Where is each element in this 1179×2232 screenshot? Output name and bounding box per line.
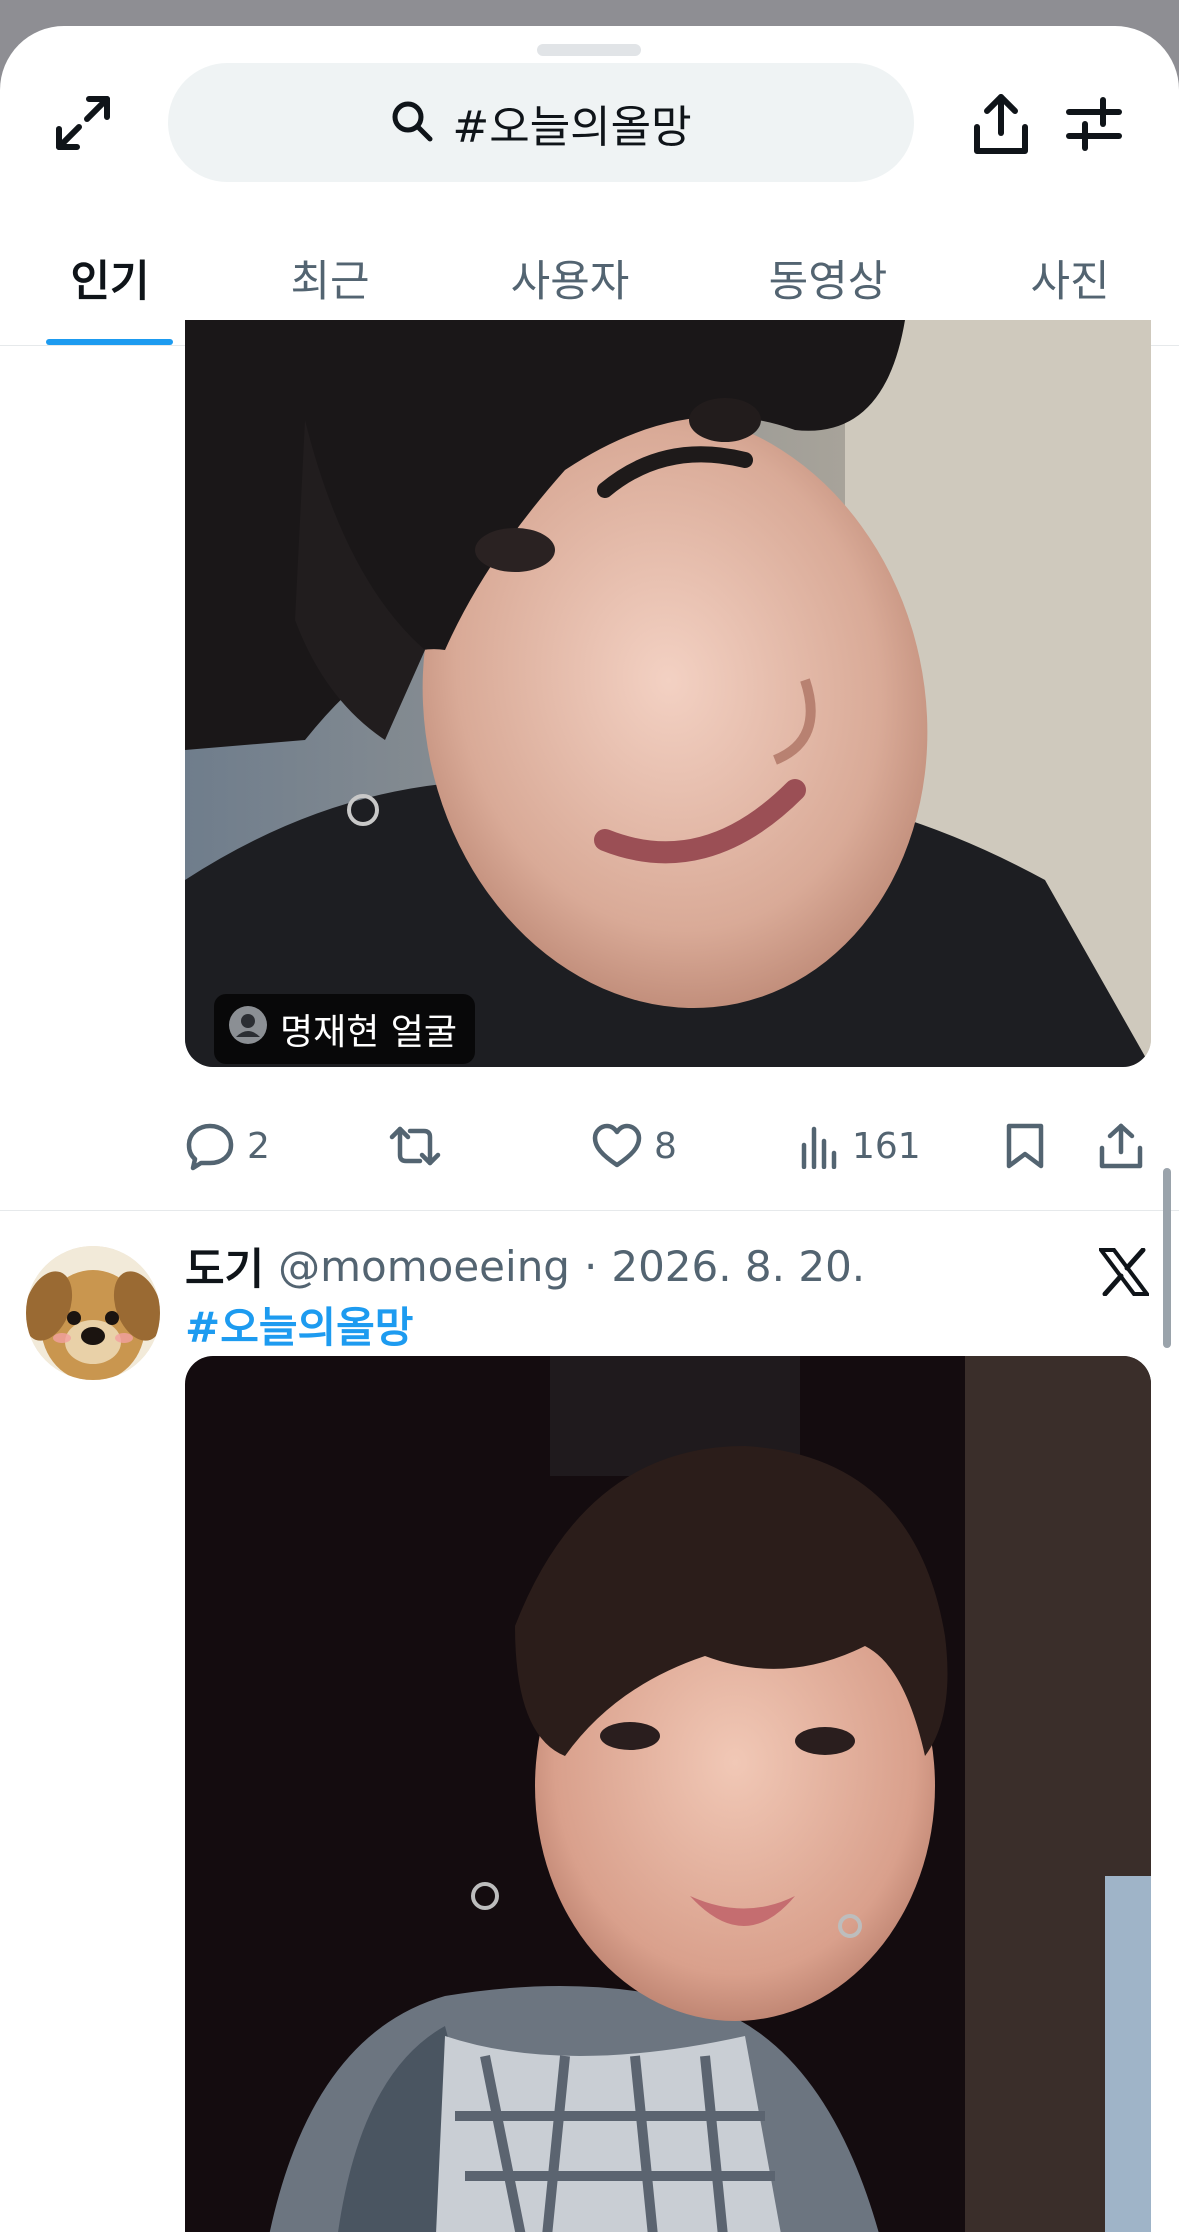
- scrollbar[interactable]: [1163, 1168, 1171, 1348]
- share-icon[interactable]: [966, 86, 1036, 162]
- post-image[interactable]: [185, 320, 1151, 1067]
- user-handle[interactable]: @momoeeing: [278, 1242, 570, 1291]
- post-hashtag[interactable]: #오늘의올망: [185, 1294, 413, 1355]
- like-button[interactable]: 8: [592, 1111, 677, 1181]
- tab-top[interactable]: 인기: [20, 210, 200, 346]
- reply-button[interactable]: 2: [185, 1111, 270, 1181]
- share-post-button[interactable]: [1098, 1111, 1144, 1181]
- reply-count: 2: [247, 1125, 270, 1167]
- sheet-grabber[interactable]: [537, 44, 641, 56]
- retweet-icon: [389, 1126, 441, 1166]
- search-input[interactable]: #오늘의올망: [168, 63, 914, 182]
- like-icon: [592, 1123, 642, 1168]
- retweet-button[interactable]: [388, 1111, 442, 1181]
- bookmark-button[interactable]: [1005, 1111, 1045, 1181]
- like-count: 8: [654, 1125, 677, 1167]
- search-query: #오늘의올망: [452, 101, 692, 153]
- post-divider: [0, 1210, 1179, 1211]
- post-actions: 2 8 161: [0, 1111, 1179, 1181]
- bookmark-icon: [1006, 1123, 1044, 1169]
- post-header: 도기 @momoeeing · 2026. 8. 20.: [185, 1236, 865, 1296]
- separator-dot: ·: [583, 1241, 598, 1291]
- username[interactable]: 도기: [185, 1235, 264, 1297]
- avatar[interactable]: [26, 1246, 160, 1380]
- reply-icon: [186, 1123, 234, 1171]
- share-icon: [1099, 1123, 1143, 1169]
- search-sheet: #오늘의올망 인기 최근 사용자 동영상 사진 명재현 얼굴 2 8 161 도…: [0, 26, 1179, 2232]
- active-tab-indicator: [46, 339, 173, 345]
- views-button[interactable]: 161: [800, 1111, 921, 1181]
- filter-icon[interactable]: [1062, 88, 1126, 160]
- post-date[interactable]: 2026. 8. 20.: [611, 1242, 865, 1291]
- search-icon: [390, 99, 434, 147]
- views-count: 161: [852, 1125, 921, 1167]
- post-image[interactable]: [185, 1356, 1151, 2232]
- views-icon: [801, 1126, 837, 1169]
- media-tag[interactable]: 명재현 얼굴: [214, 994, 476, 1064]
- media-tag-label: 명재현 얼굴: [280, 1012, 458, 1053]
- x-logo-icon: [1096, 1244, 1152, 1300]
- person-tag-icon: [228, 1005, 268, 1054]
- expand-icon[interactable]: [50, 90, 116, 156]
